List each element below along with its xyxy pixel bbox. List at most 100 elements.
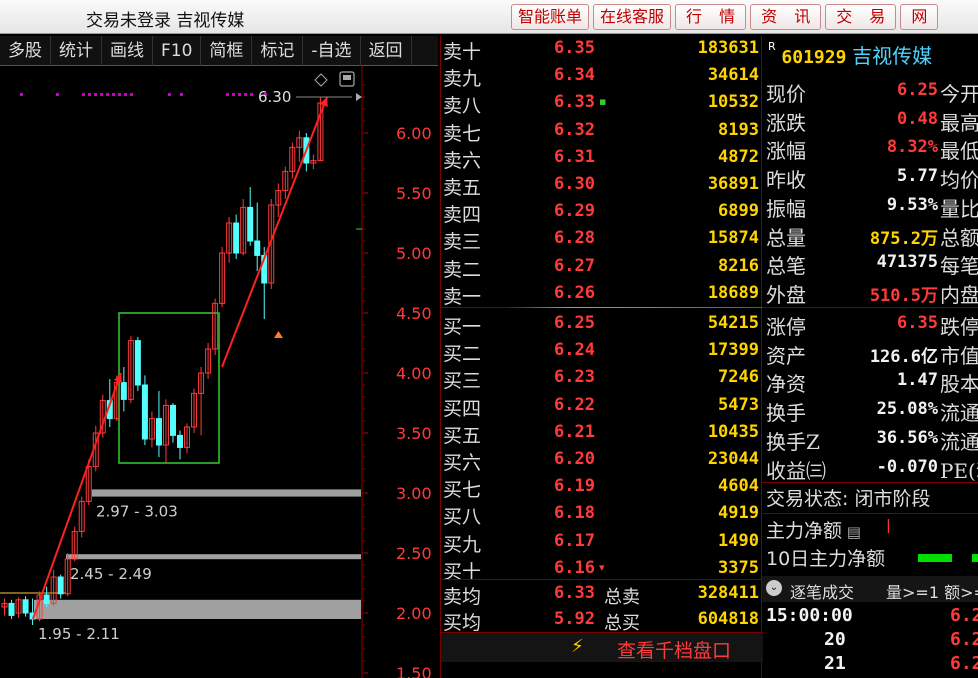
bid-price: 6.24 [554,340,595,361]
watchlist-button[interactable]: -自选 [303,36,361,66]
bid-row[interactable]: 买一 6.25 54215 [441,311,763,338]
ask-row[interactable]: 卖二 6.27 8216 [441,254,763,281]
candle-body [43,594,50,604]
mark-button[interactable]: 标记 [252,36,304,66]
quote-label: 涨停 [766,315,806,339]
quote-label-2: 今开 [940,82,978,106]
quote-label-2: 流通 [940,401,978,426]
summary-total-label: 总卖 [604,587,640,608]
bid-row[interactable]: 买四 6.22 5473 [441,393,763,420]
trade-time: 21 [824,653,846,674]
candle-body [233,222,240,254]
bid-price: 6.20 [554,449,595,469]
signal-marker [20,93,23,96]
price-tick-label: 5.00 [396,244,432,263]
stock-name: 吉视传媒 [852,44,933,68]
web-button[interactable]: 网 [900,4,939,30]
candle-body [141,384,148,440]
price-tick-label: 4.00 [396,364,432,383]
bid-level-label: 买九 [443,533,482,556]
quote-label: 现价 [766,82,806,106]
summary-label: 卖均 [443,586,482,608]
kline-svg[interactable]: 6.00 5.50 5.00 4.50 4.00 3.50 3.00 2.50 2.00 1.50… [0,66,438,678]
ask-row[interactable]: 卖十 6.35 183631 [441,36,763,63]
ask-row[interactable]: 卖四 6.29 6899 [441,199,763,226]
book-summary-row: 买均 5.92 总买 604818 [441,607,763,634]
quote-label: 收益㈢ [766,458,826,483]
quote-value: 25.08% [876,399,938,420]
lightning-icon: ⚡ [571,636,584,657]
view-depth-link[interactable]: 查看千档盘口 [617,636,731,663]
smart-bill-button[interactable]: 智能账单 [511,4,590,30]
bid-row[interactable]: 买二 6.24 17399 [441,338,763,365]
signal-marker [226,93,229,96]
bid-row[interactable]: 买三 6.23 7246 [441,365,763,392]
ask-row[interactable]: 卖三 6.28 15874 [441,226,763,253]
diamond-icon[interactable] [314,73,328,87]
high-marker-icon [356,93,362,101]
bid-row[interactable]: 买九 6.17 1490 [441,529,763,556]
trade-price: 6.2 [950,629,978,650]
candle-body [120,382,127,400]
ask-row[interactable]: 卖九 6.34 34614 [441,63,763,90]
online-service-button[interactable]: 在线客服 [593,4,672,30]
simple-frame-button[interactable]: 简框 [201,36,253,66]
ask-price: 6.32 [554,119,595,140]
bid-price: 6.16 [554,557,595,578]
collapse-icon[interactable]: ⌄ [766,580,782,596]
stock-header: R 601929 吉视传媒 [768,40,932,69]
kline-chart[interactable]: 6.00 5.50 5.00 4.50 4.00 3.50 3.00 2.50 2.00 1.50… [0,66,438,678]
quotes-button[interactable]: 行 情 [675,4,747,30]
chart-toolbar: 多股 统计 画线 F10 简框 标记 -自选 返回 [0,36,438,66]
ask-row[interactable]: 卖六 6.31 4872 [441,145,763,172]
multi-stock-button[interactable]: 多股 [0,36,51,66]
quote-label: 总量 [766,225,806,250]
trade-status: 交易状态: 闭市阶段 [766,488,931,510]
depth-link-bar[interactable]: ⚡ 查看千档盘口 [441,632,763,662]
ask-price: 6.35 [554,38,595,58]
bid-row[interactable]: 买六 6.20 23044 [441,447,763,474]
quote-label-2: 最高 [940,110,978,135]
ask-row[interactable]: 卖五 6.30 36891 [441,172,763,199]
bid-row[interactable]: 买八 6.18 4919 [441,501,763,528]
f10-button[interactable]: F10 [153,36,202,66]
list-icon[interactable]: ▤ [842,523,861,541]
bid-row[interactable]: 买七 6.19 4604 [441,474,763,501]
draw-line-button[interactable]: 画线 [102,36,153,66]
bid-volume: 1490 [718,530,759,551]
bid-volume: 5473 [718,394,759,415]
statistics-button[interactable]: 统计 [51,36,102,66]
price-tick-label: 3.00 [396,484,432,503]
support-zone-label: 1.95 - 2.11 [38,625,120,643]
quote-label: 涨幅 [766,139,806,164]
info-divider [762,307,978,308]
quote-value: 126.6亿 [869,346,938,367]
ask-volume: 18689 [707,282,759,303]
bid-volume: 23044 [707,449,759,469]
signal-marker [180,93,183,96]
quote-row: 总笔 471375 每笔 [762,249,978,278]
ask-row[interactable]: 卖一 6.26 18689 [441,281,763,308]
signal-marker [168,93,171,96]
ask-level-label: 卖六 [443,149,482,172]
trade-button[interactable]: 交 易 [825,4,897,30]
ask-row[interactable]: 卖七 6.32 8193 [441,118,763,145]
bid-row[interactable]: 买五 6.21 10435 [441,420,763,447]
bid-price: 6.21 [554,421,595,442]
quote-value: 6.25 [897,80,938,100]
price-tick-label: 5.50 [396,184,432,203]
quote-info-panel: R 601929 吉视传媒 现价 6.25 今开 涨跌 0.48 最高 涨幅 8.32% 最低昨… [762,36,978,678]
ask-row[interactable]: 卖八 6.33 ▪ 10532 [441,90,763,117]
back-button[interactable]: 返回 [361,36,412,66]
quote-label-2: 均价 [940,168,978,193]
tick-trades-header[interactable]: ⌄ 逐笔成交 量>=1 额>= [762,576,978,602]
signal-marker [106,93,109,96]
candle-body [8,602,15,616]
tick-trades-filter[interactable]: 量>=1 额>= [886,579,978,603]
quote-label-2: 内盘 [940,282,978,307]
info-divider [762,513,978,514]
quote-row: 换手Z 36.56% 流通 [762,425,978,454]
news-button[interactable]: 资 讯 [750,4,822,30]
price-tick-label: 2.00 [396,604,432,623]
level-marker-icon: ▾ [599,560,605,574]
